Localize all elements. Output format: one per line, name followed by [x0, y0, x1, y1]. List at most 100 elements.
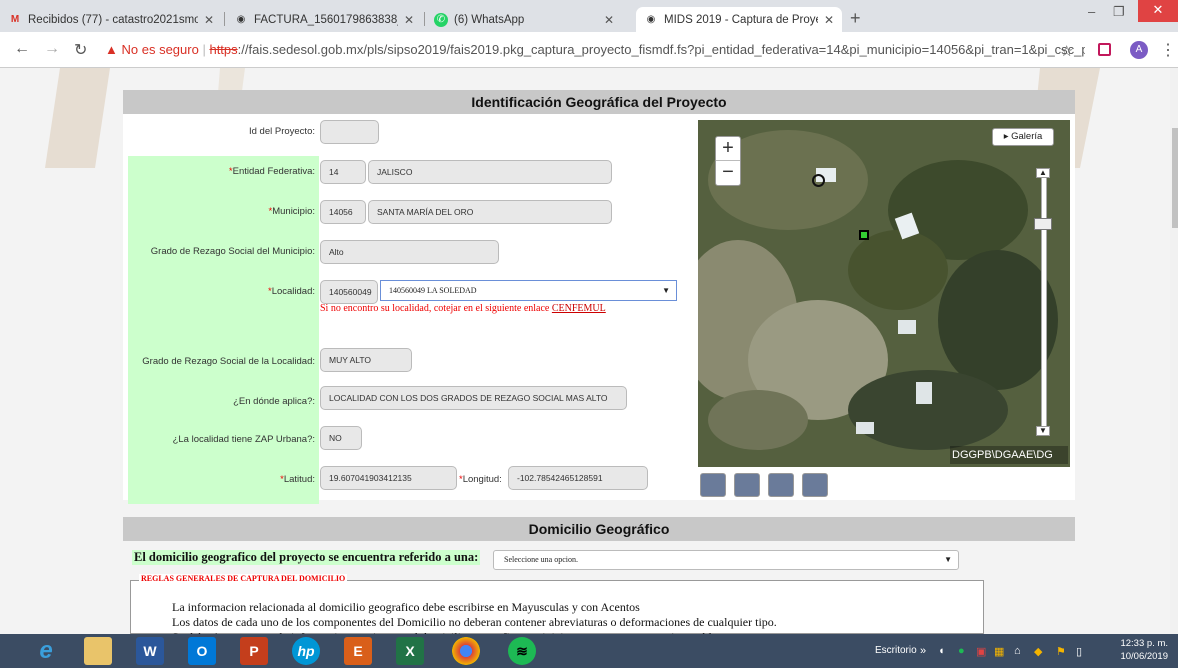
back-arrow-icon[interactable]: ← — [14, 40, 30, 58]
ie-icon[interactable]: e — [32, 637, 60, 665]
spotify-icon[interactable]: ≋ — [508, 637, 536, 665]
rezago-localidad-field: MUY ALTO — [320, 348, 412, 372]
rezago-municipio-field: Alto — [320, 240, 499, 264]
file-explorer-icon[interactable] — [84, 637, 112, 665]
flag-icon[interactable]: ⚑ — [1056, 645, 1066, 658]
gmail-icon: M — [10, 14, 20, 25]
network-icon[interactable]: ⌂ — [1014, 645, 1021, 657]
outlook-icon[interactable]: O — [188, 637, 216, 665]
publisher-icon[interactable]: P — [240, 637, 268, 665]
whatsapp-icon: ✆ — [434, 12, 448, 27]
entidad-label: *Entidad Federativa: — [228, 166, 315, 177]
slider-down-icon[interactable]: ▼ — [1036, 426, 1050, 436]
domicilio-select-value: Seleccione una opcion. — [504, 555, 578, 564]
layer-satellite-icon[interactable] — [734, 473, 760, 497]
bookmark-star-icon[interactable]: ☆ — [1060, 42, 1073, 60]
cenfemul-link[interactable]: CENFEMUL — [552, 303, 606, 314]
office-app-icon[interactable]: E — [344, 637, 372, 665]
insecure-label: No es seguro — [121, 42, 199, 57]
domicilio-question: El domicilio geografico del proyecto se … — [132, 550, 481, 565]
entidad-code-field: 14 — [320, 160, 366, 184]
layer-hybrid-icon[interactable] — [768, 473, 794, 497]
layer-map-icon[interactable] — [700, 473, 726, 497]
extension-icon[interactable] — [1098, 43, 1111, 56]
maximize-button[interactable]: ❐ — [1113, 4, 1125, 20]
id-proyecto-field[interactable] — [320, 120, 379, 144]
layer-terrain-icon[interactable] — [802, 473, 828, 497]
longitud-field[interactable]: -102.78542465128591 — [508, 466, 648, 490]
scrollbar-thumb[interactable] — [1172, 128, 1178, 228]
close-icon[interactable]: ✕ — [404, 13, 414, 27]
word-icon[interactable]: W — [136, 637, 164, 665]
zoom-in-button[interactable]: + — [716, 137, 740, 161]
url-input[interactable]: ▲ No es seguro | https://fais.sedesol.go… — [105, 37, 1085, 63]
tab-gmail[interactable]: M Recibidos (77) - catastro2021smo ✕ — [0, 7, 222, 32]
hp-icon[interactable]: hp — [292, 637, 320, 665]
municipio-label: *Municipio: — [268, 206, 315, 217]
localidad-select[interactable]: 140560049 LA SOLEDAD ▼ — [380, 280, 677, 301]
windows-taskbar: e W O P hp E X ≋ Escritorio » ◖ ● ▣ ▦ ⌂ … — [0, 634, 1178, 668]
zap-label: ¿La localidad tiene ZAP Urbana?: — [172, 434, 315, 445]
chevron-icon[interactable]: » — [920, 645, 926, 657]
project-location-marker[interactable] — [859, 230, 869, 240]
spotify-tray-icon[interactable]: ● — [958, 645, 965, 657]
tab-label: FACTURA_1560179863838_23980 — [254, 13, 398, 26]
rezago-municipio-label: Grado de Rezago Social del Municipio: — [150, 246, 315, 257]
aplica-field: LOCALIDAD CON LOS DOS GRADOS DE REZAGO S… — [320, 386, 627, 410]
id-proyecto-label: Id del Proyecto: — [248, 126, 315, 137]
municipio-name-field: SANTA MARÍA DEL ORO — [368, 200, 612, 224]
galeria-button[interactable]: ▸ Galería — [992, 128, 1054, 146]
tray-app-icon[interactable]: ▣ — [976, 645, 986, 658]
battery-icon[interactable]: ▯ — [1076, 645, 1082, 658]
reglas-title: REGLAS GENERALES DE CAPTURA DEL DOMICILI… — [139, 574, 348, 583]
tab-label: Recibidos (77) - catastro2021smo — [28, 13, 198, 26]
menu-kebab-icon[interactable]: ⋮ — [1160, 40, 1176, 60]
browser-tab-bar: M Recibidos (77) - catastro2021smo ✕ ◉ F… — [0, 0, 1178, 32]
dropdown-caret-icon: ▼ — [944, 555, 952, 564]
localidad-code-field: 140560049 — [320, 280, 378, 304]
clock-date: 10/06/2019 — [1120, 651, 1168, 662]
latitud-field[interactable]: 19.607041903412135 — [320, 466, 457, 490]
new-tab-button[interactable]: + — [850, 8, 861, 29]
tray-app-icon[interactable]: ▦ — [994, 645, 1004, 658]
close-icon[interactable]: ✕ — [824, 13, 834, 27]
profile-avatar[interactable]: A — [1130, 41, 1148, 59]
latitud-label: *Latitud: — [280, 474, 315, 485]
localidad-label: *Localidad: — [267, 286, 315, 297]
volume-icon[interactable]: ◖ — [938, 645, 945, 657]
escritorio-toolbar[interactable]: Escritorio — [875, 645, 917, 656]
close-icon[interactable]: ✕ — [204, 13, 214, 27]
reload-icon[interactable]: ↻ — [74, 40, 87, 60]
forward-arrow-icon[interactable]: → — [44, 40, 60, 58]
tab-label: (6) WhatsApp — [454, 13, 525, 26]
zap-field: NO — [320, 426, 362, 450]
localidad-select-value: 140560049 LA SOLEDAD — [389, 286, 477, 295]
tab-label: MIDS 2019 - Captura de Proyectos — [664, 13, 818, 26]
close-icon[interactable]: ✕ — [604, 13, 614, 27]
satellite-map[interactable]: + − ▸ Galería ▲ ▼ DGGPB\DGAAE\DG — [698, 120, 1070, 467]
domicilio-select[interactable]: Seleccione una opcion. ▼ — [493, 550, 959, 570]
slider-up-icon[interactable]: ▲ — [1036, 168, 1050, 178]
rezago-localidad-label: Grado de Rezago Social de la Localidad: — [142, 356, 315, 367]
globe-icon: ◉ — [646, 14, 656, 25]
zoom-slider-track[interactable] — [1041, 168, 1047, 436]
window-close-button[interactable]: ✕ — [1138, 0, 1178, 22]
geo-section-title: Identificación Geográfica del Proyecto — [123, 90, 1075, 114]
domicilio-section-title: Domicilio Geográfico — [123, 517, 1075, 541]
zoom-slider-handle[interactable] — [1034, 218, 1052, 230]
tab-factura[interactable]: ◉ FACTURA_1560179863838_23980 ✕ — [226, 7, 422, 32]
taskbar-clock[interactable]: 12:33 p. m. 10/06/2019 — [1112, 637, 1168, 663]
warning-icon: ▲ — [105, 42, 118, 57]
tray-app-icon[interactable]: ◆ — [1034, 645, 1042, 658]
minimize-button[interactable]: – — [1088, 4, 1095, 19]
location-ring-marker[interactable] — [812, 174, 825, 187]
chrome-icon[interactable] — [452, 637, 480, 665]
excel-icon[interactable]: X — [396, 637, 424, 665]
regla-line: La informacion relacionada al domicilio … — [172, 600, 640, 614]
map-attribution: DGGPB\DGAAE\DG — [950, 446, 1068, 464]
globe-icon: ◉ — [236, 14, 246, 25]
zoom-out-button[interactable]: − — [716, 161, 740, 185]
tab-whatsapp[interactable]: ✆ (6) WhatsApp ✕ — [426, 7, 622, 32]
tab-mids-active[interactable]: ◉ MIDS 2019 - Captura de Proyectos ✕ — [636, 7, 842, 32]
municipio-code-field: 14056 — [320, 200, 366, 224]
